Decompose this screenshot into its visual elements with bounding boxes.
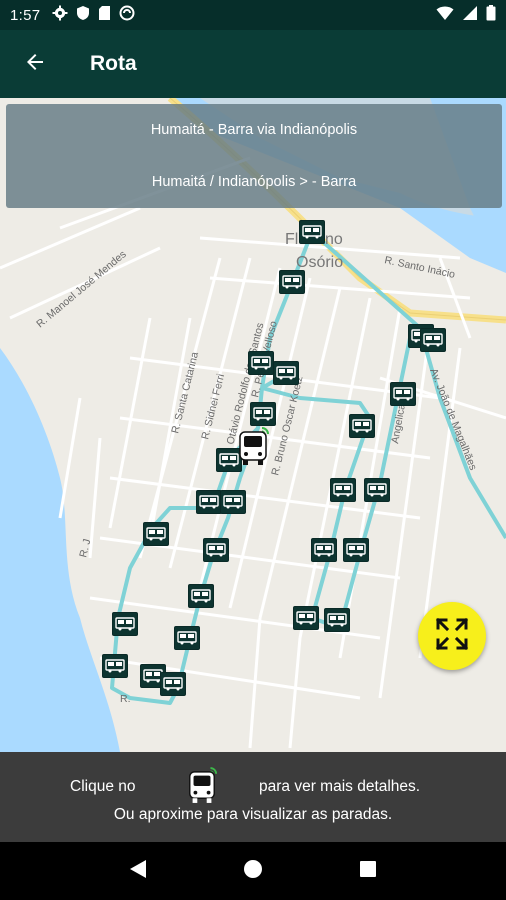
cast-icon bbox=[119, 5, 135, 25]
bus-stop-marker[interactable] bbox=[324, 608, 350, 632]
system-nav-bar bbox=[0, 842, 506, 900]
route-name: Humaitá - Barra via Indianópolis bbox=[150, 122, 358, 138]
bus-stop-marker[interactable] bbox=[364, 478, 390, 502]
bus-stop-marker[interactable] bbox=[220, 490, 246, 514]
bus-stop-marker[interactable] bbox=[330, 478, 356, 502]
bus-stop-marker[interactable] bbox=[188, 584, 214, 608]
app-bar: Rota bbox=[0, 30, 506, 98]
battery-icon bbox=[486, 5, 496, 25]
nav-recents-icon bbox=[359, 860, 377, 883]
back-button[interactable] bbox=[0, 30, 70, 98]
bus-stop-marker[interactable] bbox=[311, 538, 337, 562]
label-bottom: R. bbox=[120, 693, 131, 705]
bus-stop-marker[interactable] bbox=[293, 606, 319, 630]
bus-stop-marker[interactable] bbox=[390, 382, 416, 406]
bus-stop-marker[interactable] bbox=[112, 612, 138, 636]
signal-icon bbox=[462, 5, 478, 25]
bus-stop-marker[interactable] bbox=[203, 538, 229, 562]
shield-icon bbox=[76, 5, 90, 25]
bus-stop-marker[interactable] bbox=[248, 351, 274, 375]
info-text-before: Clique no bbox=[70, 778, 136, 795]
bus-stop-marker[interactable] bbox=[420, 328, 446, 352]
nav-home-button[interactable] bbox=[233, 851, 273, 891]
bus-stop-marker[interactable] bbox=[279, 270, 305, 294]
bus-icon bbox=[186, 766, 218, 806]
wifi-icon bbox=[436, 5, 454, 25]
status-time: 1:57 bbox=[10, 6, 41, 24]
gear-icon bbox=[52, 5, 68, 25]
nav-back-button[interactable] bbox=[118, 851, 158, 891]
arrow-left-icon bbox=[23, 50, 47, 79]
bus-stop-marker[interactable] bbox=[174, 626, 200, 650]
bus-stop-marker[interactable] bbox=[250, 402, 276, 426]
info-bar: Clique no para ver mais detalhes. Ou apr… bbox=[0, 752, 506, 842]
status-bar: 1:57 bbox=[0, 0, 506, 30]
nav-back-icon bbox=[129, 859, 147, 884]
sd-card-icon bbox=[98, 5, 111, 25]
fullscreen-expand-icon bbox=[434, 616, 470, 657]
bus-stop-marker[interactable] bbox=[160, 672, 186, 696]
bus-stop-marker[interactable] bbox=[349, 414, 375, 438]
bus-stop-marker[interactable] bbox=[343, 538, 369, 562]
route-map[interactable]: R. Santo Inácio R. Manoel José Mendes R.… bbox=[0, 98, 506, 752]
bus-stop-marker[interactable] bbox=[299, 220, 325, 244]
info-text-after: para ver mais detalhes. bbox=[259, 778, 421, 795]
bus-stop-marker[interactable] bbox=[143, 522, 169, 546]
route-direction: Humaitá / Indianópolis > - Barra bbox=[151, 174, 357, 190]
nav-home-icon bbox=[243, 859, 263, 884]
bus-stop-marker[interactable] bbox=[102, 654, 128, 678]
fullscreen-button[interactable] bbox=[418, 602, 486, 670]
live-bus-marker[interactable] bbox=[236, 426, 270, 468]
bus-stop-marker[interactable] bbox=[196, 490, 222, 514]
page-title: Rota bbox=[90, 52, 137, 75]
bus-stop-marker[interactable] bbox=[273, 361, 299, 385]
nav-recents-button[interactable] bbox=[348, 851, 388, 891]
info-text-line2: Ou aproxime para visualizar as paradas. bbox=[113, 806, 393, 823]
route-info-panel: Humaitá - Barra via Indianópolis Humaitá… bbox=[6, 104, 502, 208]
bus-icon bbox=[236, 427, 270, 472]
place-name-2: Osório bbox=[296, 254, 343, 271]
